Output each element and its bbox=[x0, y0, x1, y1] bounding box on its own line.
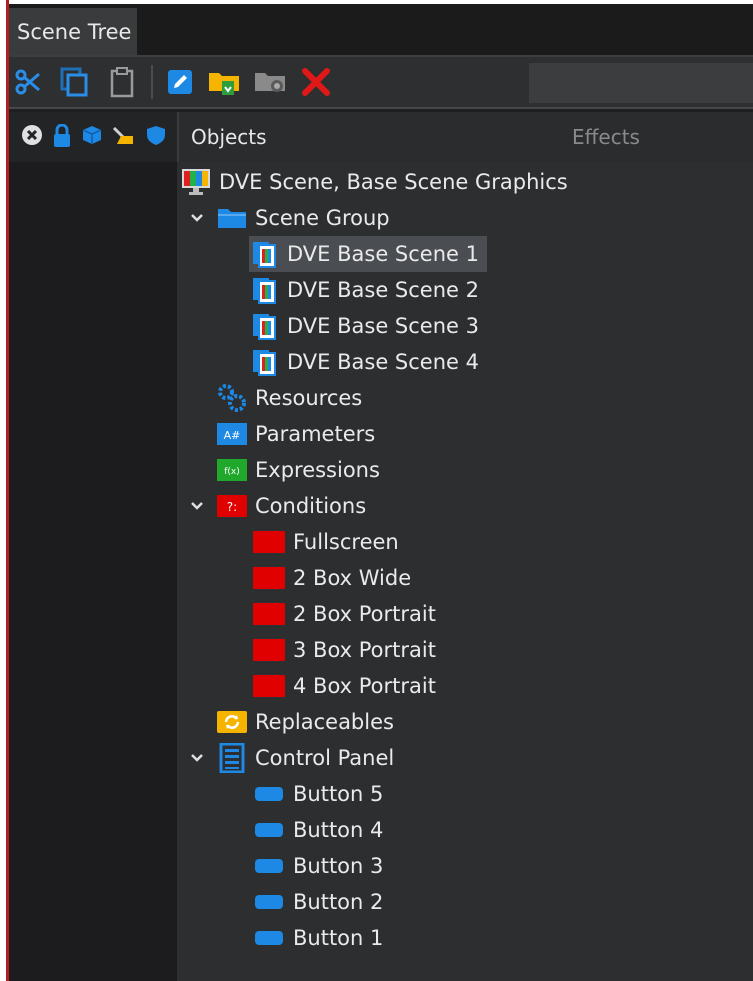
column-header-row: Objects Effects bbox=[9, 112, 753, 162]
scene-tree: DVE Scene, Base Scene Graphics Scene Gro… bbox=[177, 162, 753, 981]
tree-item-label: 3 Box Portrait bbox=[293, 638, 436, 662]
tree-item-button-1[interactable]: Button 1 bbox=[253, 920, 383, 956]
scene-reference-icon bbox=[249, 275, 279, 305]
expand-chevron-icon[interactable] bbox=[187, 740, 207, 776]
tree-item-scene-group[interactable]: Scene Group bbox=[217, 200, 390, 236]
folder-icon bbox=[217, 203, 247, 233]
gears-icon bbox=[217, 383, 247, 413]
button-widget-icon bbox=[253, 923, 285, 953]
toolbar-search-field[interactable] bbox=[529, 63, 753, 103]
cut-icon[interactable] bbox=[11, 65, 45, 99]
column-divider[interactable] bbox=[177, 112, 179, 162]
tree-item-button-2[interactable]: Button 2 bbox=[253, 884, 383, 920]
tree-item-label: Button 4 bbox=[293, 818, 384, 842]
tree-item-dve-base-scene-4[interactable]: DVE Base Scene 4 bbox=[249, 344, 479, 380]
tree-item-label: Scene Group bbox=[255, 206, 390, 230]
expand-chevron-icon[interactable] bbox=[187, 200, 207, 236]
tree-item-button-3[interactable]: Button 3 bbox=[253, 848, 383, 884]
tree-item-root[interactable]: DVE Scene, Base Scene Graphics bbox=[181, 164, 568, 200]
control-panel-icon bbox=[217, 743, 247, 773]
button-widget-icon bbox=[253, 779, 285, 809]
tree-item-label: Expressions bbox=[255, 458, 380, 482]
paste-icon[interactable] bbox=[105, 65, 139, 99]
expressions-icon: f(x) bbox=[217, 455, 247, 485]
expressions-icon-text: f(x) bbox=[224, 467, 240, 477]
tree-item-parameters[interactable]: A# Parameters bbox=[217, 416, 375, 452]
flags-pane bbox=[9, 162, 177, 981]
button-widget-icon bbox=[253, 887, 285, 917]
condition-swatch-icon bbox=[253, 527, 285, 557]
tree-item-control-panel[interactable]: Control Panel bbox=[217, 740, 394, 776]
cube-flag-icon[interactable] bbox=[81, 124, 103, 146]
toolbar-separator bbox=[151, 65, 153, 99]
tree-item-condition-4-box-portrait[interactable]: 4 Box Portrait bbox=[253, 668, 436, 704]
tree-item-dve-base-scene-1[interactable]: DVE Base Scene 1 bbox=[249, 236, 487, 272]
tree-item-label: DVE Base Scene 1 bbox=[287, 242, 479, 266]
tree-item-label: Button 1 bbox=[293, 926, 384, 950]
button-widget-icon bbox=[253, 851, 285, 881]
scene-reference-icon bbox=[249, 239, 279, 269]
tree-item-label: DVE Base Scene 3 bbox=[287, 314, 479, 338]
lock-flag-icon[interactable] bbox=[51, 123, 73, 147]
flags-header bbox=[9, 112, 177, 162]
tree-item-label: Conditions bbox=[255, 494, 367, 518]
tree-item-condition-3-box-portrait[interactable]: 3 Box Portrait bbox=[253, 632, 436, 668]
scene-monitor-icon bbox=[181, 167, 211, 197]
scene-reference-icon bbox=[249, 311, 279, 341]
tree-item-button-4[interactable]: Button 4 bbox=[253, 812, 383, 848]
parameters-icon: A# bbox=[217, 419, 247, 449]
condition-swatch-icon bbox=[253, 563, 285, 593]
replaceables-icon bbox=[217, 707, 247, 737]
tree-item-label: Fullscreen bbox=[293, 530, 399, 554]
tree-item-condition-2-box-wide[interactable]: 2 Box Wide bbox=[253, 560, 411, 596]
effects-column-header[interactable]: Effects bbox=[572, 112, 640, 162]
tree-item-label: Resources bbox=[255, 386, 363, 410]
copy-icon[interactable] bbox=[57, 65, 91, 99]
tree-item-dve-base-scene-3[interactable]: DVE Base Scene 3 bbox=[249, 308, 479, 344]
camera-folder-icon[interactable] bbox=[253, 65, 287, 99]
tab-scene-tree[interactable]: Scene Tree bbox=[9, 8, 137, 56]
tree-item-expressions[interactable]: f(x) Expressions bbox=[217, 452, 380, 488]
tree-item-label: DVE Scene, Base Scene Graphics bbox=[219, 170, 568, 194]
tree-item-condition-fullscreen[interactable]: Fullscreen bbox=[253, 524, 399, 560]
tree-item-label: 2 Box Portrait bbox=[293, 602, 436, 626]
conditions-icon-text: ?: bbox=[227, 500, 237, 514]
condition-swatch-icon bbox=[253, 599, 285, 629]
condition-swatch-icon bbox=[253, 635, 285, 665]
tree-item-label: Button 2 bbox=[293, 890, 384, 914]
tree-item-label: Control Panel bbox=[255, 746, 395, 770]
tree-item-button-5[interactable]: Button 5 bbox=[253, 776, 383, 812]
button-widget-icon bbox=[253, 815, 285, 845]
tree-item-replaceables[interactable]: Replaceables bbox=[217, 704, 394, 740]
tree-item-label: Button 5 bbox=[293, 782, 384, 806]
edit-icon[interactable] bbox=[163, 65, 197, 99]
tree-item-label: DVE Base Scene 2 bbox=[287, 278, 479, 302]
objects-column-header[interactable]: Objects bbox=[191, 112, 267, 162]
scene-tree-window: Scene Tree Objects Effects DVE Scene, Ba… bbox=[0, 0, 753, 981]
tree-item-label: 4 Box Portrait bbox=[293, 674, 436, 698]
tree-item-label: Parameters bbox=[255, 422, 376, 446]
parameters-icon-text: A# bbox=[224, 429, 241, 442]
conditions-icon: ?: bbox=[217, 491, 247, 521]
scene-reference-icon bbox=[249, 347, 279, 377]
brush-flag-icon[interactable] bbox=[111, 124, 133, 146]
tree-item-resources[interactable]: Resources bbox=[217, 380, 362, 416]
add-folder-icon[interactable] bbox=[207, 65, 241, 99]
delete-icon[interactable] bbox=[299, 65, 333, 99]
tree-item-dve-base-scene-2[interactable]: DVE Base Scene 2 bbox=[249, 272, 479, 308]
tree-item-label: Button 3 bbox=[293, 854, 384, 878]
expand-chevron-icon[interactable] bbox=[187, 488, 207, 524]
tree-item-label: 2 Box Wide bbox=[293, 566, 412, 590]
tree-item-label: Replaceables bbox=[255, 710, 394, 734]
tree-item-label: DVE Base Scene 4 bbox=[287, 350, 479, 374]
disable-flag-icon[interactable] bbox=[21, 124, 43, 146]
toolbar bbox=[9, 55, 753, 109]
shield-flag-icon[interactable] bbox=[145, 124, 167, 146]
title-bar: Scene Tree bbox=[9, 0, 753, 56]
condition-swatch-icon bbox=[253, 671, 285, 701]
tree-item-condition-2-box-portrait[interactable]: 2 Box Portrait bbox=[253, 596, 436, 632]
tree-item-conditions[interactable]: ?: Conditions bbox=[217, 488, 366, 524]
